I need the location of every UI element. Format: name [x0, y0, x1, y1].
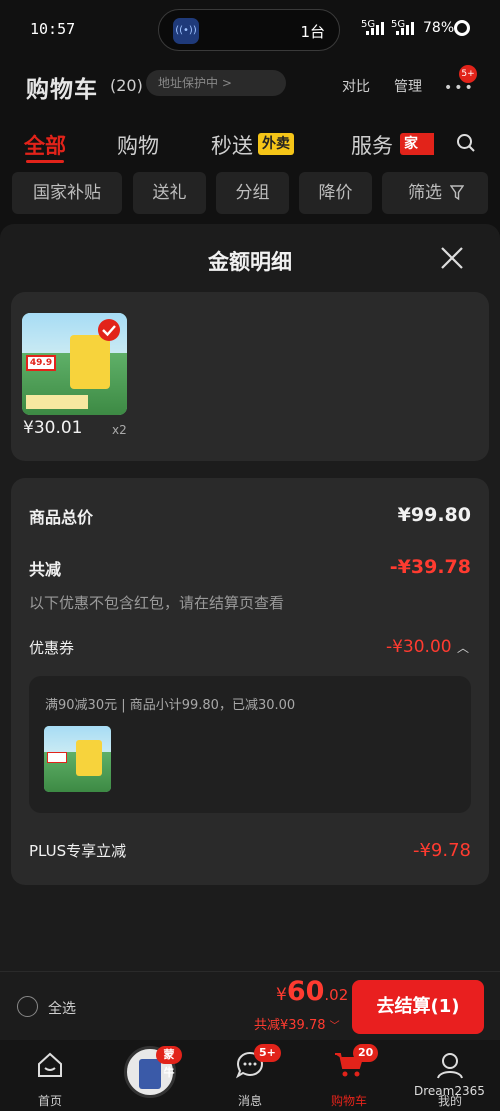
discount-note: 以下优惠不包含红包，请在结算页查看 [29, 594, 285, 612]
total-yen: ¥ [276, 985, 287, 1005]
selected-check-icon [98, 319, 120, 341]
close-icon[interactable] [440, 246, 464, 270]
plus-value: -¥9.78 [412, 840, 471, 861]
plus-label: PLUS专享立减 [29, 842, 127, 860]
status-bar: 10:57 ((•)) 1台 5G 5G 78% [0, 0, 500, 56]
watermark: Dream2365 [414, 1084, 485, 1098]
battery-icon [454, 20, 470, 36]
reduce-label: 共减 [29, 560, 62, 579]
total-reduce-text: 共减¥39.78 [254, 1018, 326, 1033]
total-dec: .02 [324, 986, 349, 1004]
nav-message[interactable]: 5+ 消息 [218, 1044, 282, 1108]
coupon-detail-box: 满90减30元 | 商品小计99.80，已减30.00 [29, 676, 471, 813]
checkout-button[interactable]: 去结算(1) [352, 980, 484, 1034]
product-qty: x2 [112, 423, 127, 437]
nav-message-label: 消息 [237, 1094, 262, 1108]
island-count: 1台 [300, 23, 325, 41]
tag-housekeeping: 家政 [400, 133, 434, 155]
tab-instant[interactable]: 秒送 [211, 130, 253, 160]
product-image[interactable]: 49.9 [22, 313, 127, 415]
total-int: 60 [286, 976, 325, 1007]
total-price: ¥60.02 [276, 976, 348, 1007]
cart-badge: 20 [353, 1044, 379, 1062]
nfc-icon: ((•)) [173, 18, 199, 44]
manage-button[interactable]: 管理 [394, 76, 422, 96]
product-card: 49.9 ¥30.01 x2 [11, 292, 489, 461]
sheet-title: 金额明细 [208, 250, 292, 274]
signal-2-icon [396, 21, 414, 35]
chevron-down-icon: ﹀ [329, 1021, 340, 1032]
total-reduce-link[interactable]: 共减¥39.78 ﹀ [254, 1014, 340, 1033]
product-price: ¥30.01 [23, 418, 83, 438]
chip-price-drop[interactable]: 降价 [299, 172, 372, 214]
page-title: 购物车 [26, 77, 98, 103]
coupon-product-image [44, 726, 111, 792]
signal-1-icon [366, 21, 384, 35]
nav-home[interactable]: 首页 [18, 1050, 82, 1108]
nav-cart[interactable]: 20 购物车 [317, 1044, 381, 1108]
brand-badge: 蒙牛 [156, 1046, 182, 1079]
select-all-label[interactable]: 全选 [48, 998, 76, 1018]
tab-shopping[interactable]: 购物 [117, 130, 159, 160]
reduce-value: -¥39.78 [389, 556, 471, 578]
total-value: ¥99.80 [397, 504, 471, 526]
chip-group[interactable]: 分组 [216, 172, 289, 214]
chip-gift[interactable]: 送礼 [133, 172, 206, 214]
compare-button[interactable]: 对比 [342, 76, 370, 96]
home-icon [38, 1052, 62, 1077]
search-icon[interactable] [456, 133, 476, 153]
filter-icon [450, 185, 464, 201]
total-label: 商品总价 [29, 508, 94, 527]
cart-count: (20) [110, 76, 143, 95]
price-breakdown-card: 商品总价 ¥99.80 共减 -¥39.78 以下优惠不包含红包，请在结算页查看… [11, 478, 489, 885]
chip-national-subsidy[interactable]: 国家补贴 [12, 172, 122, 214]
profile-icon [437, 1053, 463, 1079]
tab-all-underline [26, 160, 64, 163]
coupon-label: 优惠券 [29, 639, 75, 657]
coupon-value: -¥30.00 [385, 637, 452, 657]
screen: 10:57 ((•)) 1台 5G 5G 78% 购物车 (20) 地址保护中 … [0, 0, 500, 1111]
tag-takeout: 外卖 [258, 133, 294, 155]
more-badge: 5+ [459, 65, 477, 83]
nav-home-label: 首页 [37, 1094, 62, 1108]
chip-filter[interactable]: 筛选 [382, 172, 488, 214]
nav-brand[interactable]: 蒙牛 [118, 1046, 182, 1098]
chevron-up-icon: ︿ [456, 641, 469, 655]
coupon-row[interactable]: -¥30.00 ︿ [386, 637, 469, 657]
nav-profile[interactable]: 我的 [418, 1050, 482, 1108]
message-badge: 5+ [254, 1044, 281, 1062]
status-time: 10:57 [30, 20, 76, 38]
coupon-detail-text: 满90减30元 | 商品小计99.80，已减30.00 [45, 698, 296, 713]
battery-percent: 78% [423, 20, 455, 36]
select-all-radio[interactable] [17, 996, 38, 1017]
tab-all[interactable]: 全部 [24, 130, 66, 160]
nav-cart-label: 购物车 [330, 1094, 367, 1108]
checkout-bar: 全选 ¥60.02 共减¥39.78 ﹀ 去结算(1) [0, 971, 500, 1040]
dynamic-island[interactable]: ((•)) 1台 [158, 9, 340, 51]
tab-service[interactable]: 服务 [351, 130, 393, 160]
address-protection-pill[interactable]: 地址保护中 > [146, 70, 286, 96]
bottom-nav: 首页 蒙牛 5+ 消息 20 购物车 我的 [0, 1040, 500, 1111]
product-promo-price: 49.9 [26, 355, 56, 371]
chip-filter-label: 筛选 [408, 183, 442, 203]
